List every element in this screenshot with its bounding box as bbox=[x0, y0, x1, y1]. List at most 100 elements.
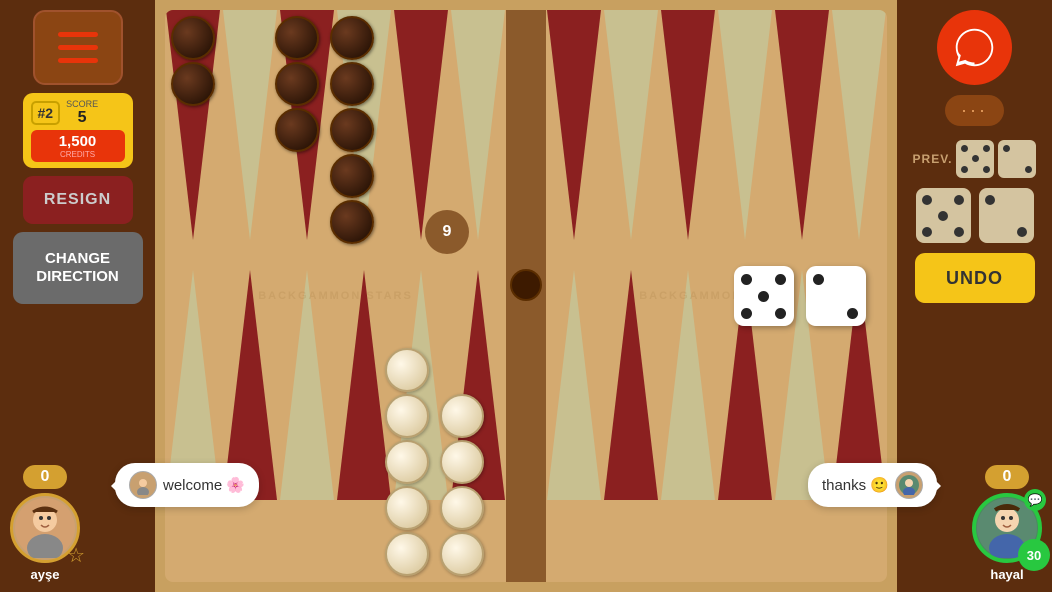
checker-light[interactable] bbox=[385, 486, 429, 530]
board-die-1 bbox=[734, 266, 794, 326]
dot bbox=[847, 308, 858, 319]
checker-light[interactable] bbox=[440, 532, 484, 576]
checker-dark[interactable] bbox=[275, 108, 319, 152]
dot bbox=[1017, 227, 1027, 237]
rank-badge: #2 bbox=[31, 101, 61, 125]
credits-label: CREDITS bbox=[39, 150, 117, 159]
resign-button[interactable]: RESIGN bbox=[23, 176, 133, 224]
menu-line3 bbox=[58, 58, 98, 63]
triangle-16 bbox=[716, 10, 773, 255]
dot bbox=[938, 211, 948, 221]
dot-empty bbox=[1014, 155, 1021, 162]
dot-empty bbox=[1001, 227, 1011, 237]
avatar-image-left bbox=[15, 498, 75, 558]
dot-empty bbox=[1014, 166, 1021, 173]
checker-light[interactable] bbox=[385, 532, 429, 576]
checker-dark[interactable] bbox=[330, 108, 374, 152]
chat-message-left: welcome 🌸 bbox=[163, 476, 245, 494]
current-die-2 bbox=[979, 188, 1034, 243]
dot-empty bbox=[847, 291, 858, 302]
checker-dark[interactable] bbox=[330, 154, 374, 198]
checker-light[interactable] bbox=[385, 440, 429, 484]
options-button[interactable]: ··· bbox=[945, 95, 1004, 126]
dot-empty bbox=[985, 227, 995, 237]
board-die-2 bbox=[806, 266, 866, 326]
dot bbox=[741, 308, 752, 319]
player-right-avatar-container: 30 💬 bbox=[972, 493, 1042, 563]
checker-dark[interactable] bbox=[330, 200, 374, 244]
dot-empty bbox=[938, 227, 948, 237]
board-divider bbox=[506, 10, 546, 582]
dot-empty bbox=[1025, 155, 1032, 162]
chat-message-right: thanks 🙂 bbox=[822, 476, 889, 494]
dot-empty bbox=[830, 274, 841, 285]
menu-line1 bbox=[58, 32, 98, 37]
dot bbox=[813, 274, 824, 285]
player-right-score: 0 bbox=[985, 465, 1030, 489]
chat-avatar-left bbox=[129, 471, 157, 499]
triangle-15 bbox=[660, 10, 717, 255]
board-inner: BACKGAMMON STARS 9 bbox=[165, 10, 887, 582]
dot-empty bbox=[1001, 195, 1011, 205]
dot-empty bbox=[741, 291, 752, 302]
dot-empty bbox=[922, 211, 932, 221]
chat-button[interactable] bbox=[937, 10, 1012, 85]
checker-dark[interactable] bbox=[275, 16, 319, 60]
player-right-area: 0 30 💬 hayal bbox=[972, 465, 1042, 582]
dot-empty bbox=[830, 291, 841, 302]
checker-dark[interactable] bbox=[275, 62, 319, 106]
player-left-name: ayşe bbox=[31, 567, 60, 582]
dot bbox=[1025, 166, 1032, 173]
dot-empty bbox=[954, 211, 964, 221]
dot-empty bbox=[985, 211, 995, 221]
prev-label: PREV. bbox=[913, 152, 953, 166]
dot bbox=[983, 145, 990, 152]
checker-light[interactable] bbox=[440, 394, 484, 438]
dot bbox=[775, 308, 786, 319]
dot-empty bbox=[847, 274, 858, 285]
dot bbox=[985, 195, 995, 205]
score-label: SCORE bbox=[66, 99, 98, 109]
dot bbox=[741, 274, 752, 285]
dot-empty bbox=[972, 145, 979, 152]
checker-light[interactable] bbox=[440, 486, 484, 530]
dot-empty bbox=[813, 308, 824, 319]
dot-empty bbox=[1003, 166, 1010, 173]
prev-header: PREV. bbox=[913, 140, 1037, 178]
dot-empty bbox=[775, 291, 786, 302]
player-left-score: 0 bbox=[23, 465, 68, 489]
change-direction-button[interactable]: CHANGE DIRECTION bbox=[13, 232, 143, 304]
dot-empty bbox=[961, 155, 968, 162]
dot bbox=[961, 145, 968, 152]
checker-dark[interactable] bbox=[171, 16, 215, 60]
dot-empty bbox=[1003, 155, 1010, 162]
current-die-1 bbox=[916, 188, 971, 243]
checker-light[interactable] bbox=[385, 394, 429, 438]
prev-die-2 bbox=[998, 140, 1036, 178]
bar-area bbox=[510, 267, 542, 303]
chat-avatar-right bbox=[895, 471, 923, 499]
checker-dark[interactable] bbox=[171, 62, 215, 106]
current-dice bbox=[916, 188, 1034, 243]
dot-empty bbox=[1017, 211, 1027, 221]
undo-button[interactable]: UNDO bbox=[915, 253, 1035, 303]
checker-dark[interactable] bbox=[330, 16, 374, 60]
score-box: #2 SCORE 5 1,500 CREDITS bbox=[23, 93, 133, 168]
player-right-chat-icon: 💬 bbox=[1024, 489, 1046, 511]
player-right-timer: 30 bbox=[1018, 539, 1050, 571]
board-dice bbox=[734, 266, 866, 326]
chat-bubble-left: welcome 🌸 bbox=[115, 463, 259, 507]
dot-empty bbox=[1014, 145, 1021, 152]
menu-button[interactable] bbox=[33, 10, 123, 85]
checker-dark[interactable] bbox=[330, 62, 374, 106]
checker-light[interactable] bbox=[385, 348, 429, 392]
prev-die-1 bbox=[956, 140, 994, 178]
checker-light[interactable] bbox=[440, 440, 484, 484]
triangle-14 bbox=[603, 10, 660, 255]
dot bbox=[1003, 145, 1010, 152]
dot bbox=[922, 227, 932, 237]
menu-line2 bbox=[58, 45, 98, 50]
dot bbox=[758, 291, 769, 302]
chat-avatar-image-left bbox=[133, 475, 153, 495]
triangle-17 bbox=[773, 10, 830, 255]
